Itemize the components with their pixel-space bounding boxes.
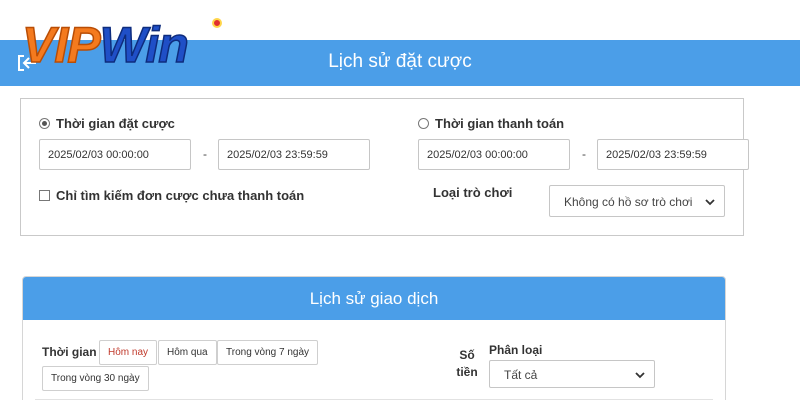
time-option-7-days[interactable]: Trong vòng 7 ngày: [217, 340, 319, 365]
chevron-down-icon: [635, 372, 645, 379]
game-type-select[interactable]: Không có hồ sơ trò chơi: [549, 185, 725, 217]
unpaid-only-checkbox[interactable]: Chỉ tìm kiếm đơn cược chưa thanh toán: [39, 188, 304, 203]
bet-end-date-input[interactable]: 2025/02/03 23:59:59: [218, 139, 370, 170]
unpaid-only-label: Chỉ tìm kiếm đơn cược chưa thanh toán: [56, 188, 305, 203]
category-value: Tất cả: [504, 368, 538, 382]
payment-time-radio[interactable]: Thời gian thanh toán: [418, 116, 564, 131]
time-option-30-days[interactable]: Trong vòng 30 ngày: [42, 366, 149, 391]
date-separator: -: [582, 147, 586, 161]
bet-start-date-input[interactable]: 2025/02/03 00:00:00: [39, 139, 191, 170]
game-type-value: Không có hồ sơ trò chơi: [564, 195, 693, 209]
bet-time-radio[interactable]: Thời gian đặt cược: [39, 116, 175, 131]
logo-star-icon: [212, 18, 222, 28]
time-option-today[interactable]: Hôm nay: [99, 340, 158, 365]
logo-text-win: Win: [99, 17, 190, 73]
time-option-yesterday[interactable]: Hôm qua: [158, 340, 217, 365]
logo-text-vip: VIP: [21, 17, 101, 73]
radio-checked-icon[interactable]: [39, 118, 50, 129]
payment-time-label: Thời gian thanh toán: [435, 116, 565, 131]
category-label: Phân loại: [489, 343, 543, 357]
checkbox-icon[interactable]: [39, 190, 50, 201]
payment-start-date-input[interactable]: 2025/02/03 00:00:00: [418, 139, 570, 170]
date-separator: -: [203, 147, 207, 161]
radio-unchecked-icon[interactable]: [418, 118, 429, 129]
bet-filter-panel: Thời gian đặt cược 2025/02/03 00:00:00 -…: [20, 98, 749, 236]
transaction-history-title: Lịch sử giao dịch: [309, 289, 439, 308]
chevron-down-icon: [705, 199, 715, 206]
payment-end-date-input[interactable]: 2025/02/03 23:59:59: [597, 139, 749, 170]
amount-label: Số tiền: [456, 348, 478, 379]
transaction-history-header: Lịch sử giao dịch: [23, 277, 725, 320]
category-select[interactable]: Tất cả: [489, 360, 655, 388]
time-filter-label: Thời gian: [42, 345, 97, 359]
bet-time-label: Thời gian đặt cược: [56, 116, 175, 131]
transaction-history-panel: Lịch sử giao dịch Thời gian Hôm nay Hôm …: [22, 276, 726, 400]
vipwin-logo: VIP Win: [21, 14, 222, 73]
game-type-label: Loại trò chơi: [433, 185, 513, 200]
